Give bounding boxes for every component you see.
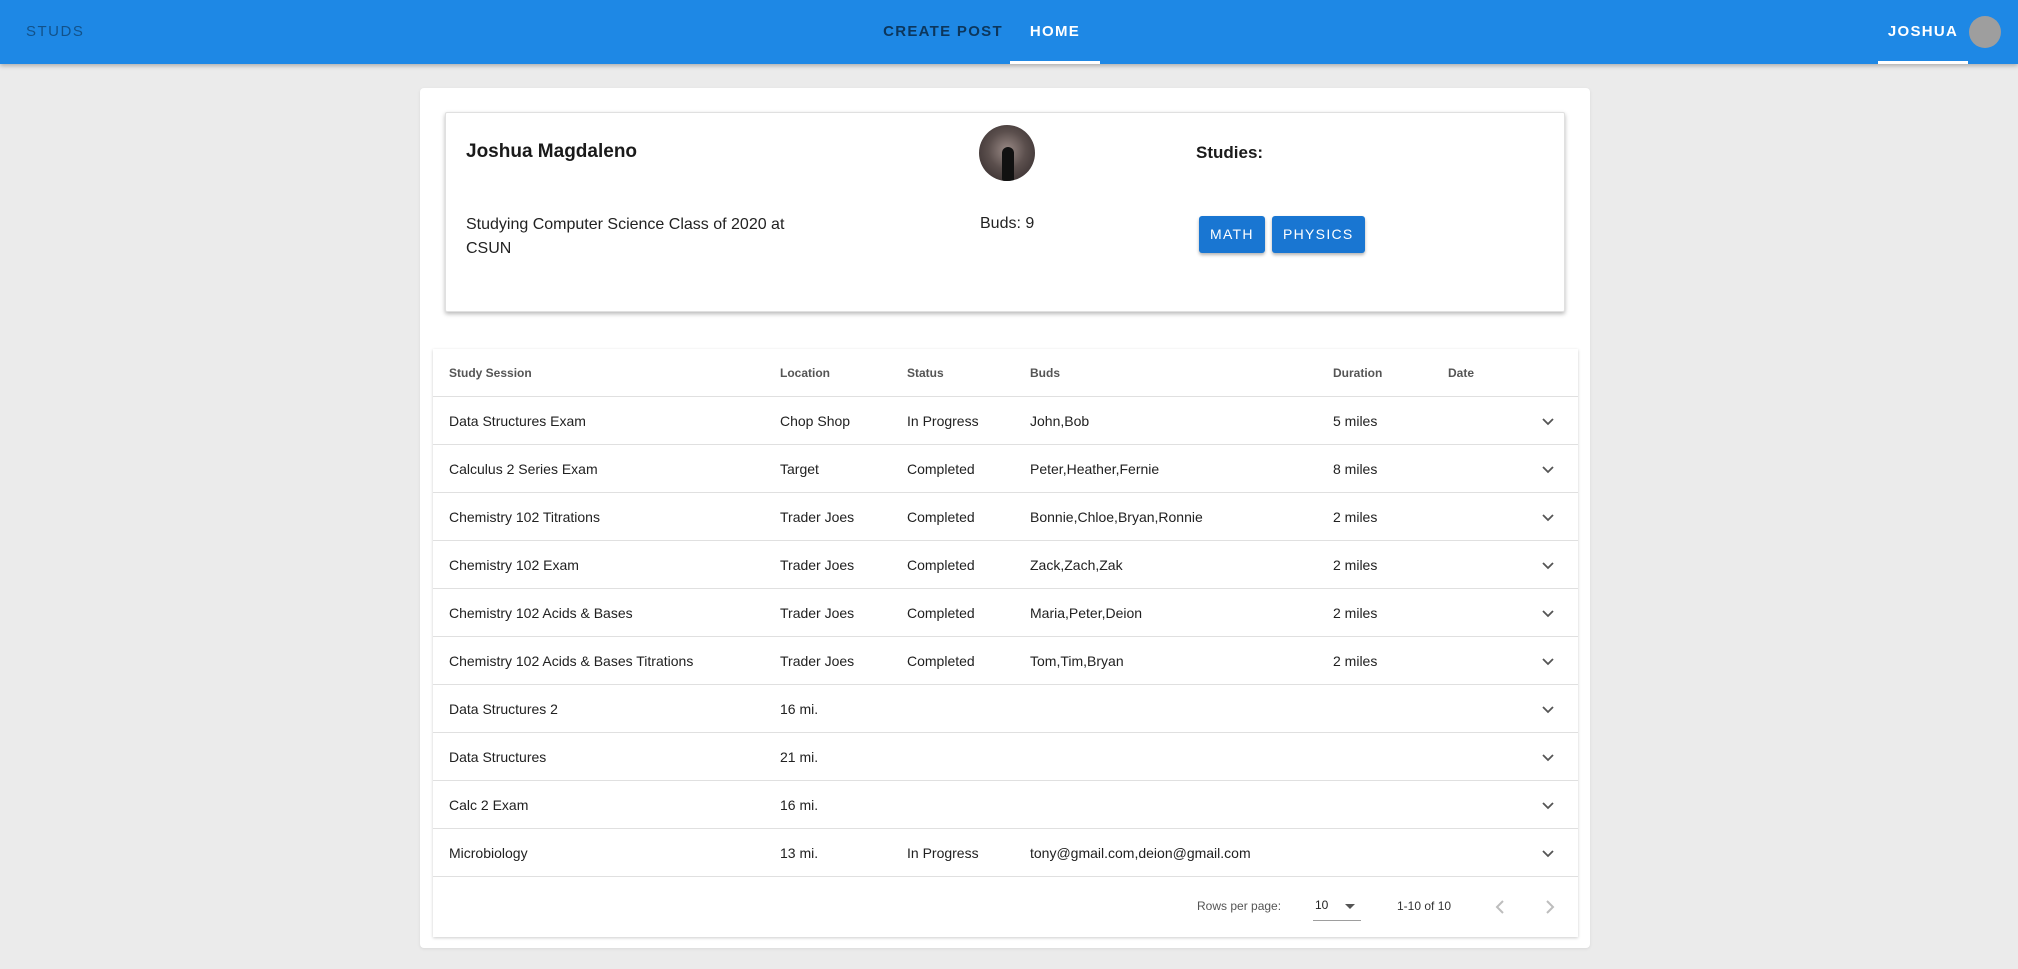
table-row[interactable]: Calculus 2 Series Exam Target Completed Pet… [433,445,1578,493]
table-header: Study Session Location Status Buds Durat… [433,349,1578,397]
cell-study-session: Microbiology [449,845,528,861]
cell-location: 16 mi. [780,797,819,813]
cell-buds: Zack,Zach,Zak [1030,557,1123,573]
table-row[interactable]: Chemistry 102 Exam Trader Joes Completed Za… [433,541,1578,589]
cell-study-session: Data Structures [449,749,547,765]
cell-location: Trader Joes [780,557,855,573]
cell-study-session: Calc 2 Exam [449,797,529,813]
cell-duration: 2 miles [1333,509,1378,525]
cell-location: 13 mi. [780,845,819,861]
column-header-date[interactable]: Date [1448,349,1474,397]
cell-location: Trader Joes [780,509,855,525]
cell-status: Completed [907,557,975,573]
cell-location: Target [780,461,819,477]
app-bar: STUDS CREATE POST HOME JOSHUA [0,0,2018,64]
chevron-down-icon[interactable] [1540,749,1556,765]
table-pagination: Rows per page: 10 1-10 of 10 [433,877,1578,937]
main-card: Joshua Magdaleno Studying Computer Scien… [420,88,1590,948]
profile-bio: Studying Computer Science Class of 2020 … [466,216,785,257]
table-row[interactable]: Chemistry 102 Acids & Bases Trader Joes Co… [433,589,1578,637]
profile-card: Joshua Magdaleno Studying Computer Scien… [445,112,1565,312]
tab-home[interactable]: HOME [1010,0,1100,64]
cell-buds: Bonnie,Chloe,Bryan,Ronnie [1030,509,1203,525]
column-header-location[interactable]: Location [780,349,830,397]
avatar[interactable] [1969,16,2001,48]
chevron-down-icon[interactable] [1540,413,1556,429]
cell-status: Completed [907,461,975,477]
table-row[interactable]: Microbiology 13 mi. In Progress tony@gmail.… [433,829,1578,877]
column-header-status[interactable]: Status [907,349,944,397]
cell-study-session: Chemistry 102 Titrations [449,509,600,525]
cell-duration: 5 miles [1333,413,1378,429]
cell-study-session: Chemistry 102 Acids & Bases Titrations [449,653,694,669]
cell-study-session: Data Structures 2 [449,701,558,717]
cell-buds: Maria,Peter,Deion [1030,605,1143,621]
chevron-down-icon[interactable] [1540,605,1556,621]
column-header-study-session[interactable]: Study Session [449,349,532,397]
column-header-buds[interactable]: Buds [1030,349,1060,397]
rows-per-page-label: Rows per page: [1197,899,1282,913]
cell-buds: tony@gmail.com,deion@gmail.com [1030,845,1251,861]
table-row[interactable]: Chemistry 102 Acids & Bases Titrations Tr… [433,637,1578,685]
cell-status: Completed [907,605,975,621]
chevron-down-icon[interactable] [1540,461,1556,477]
table-row[interactable]: Data Structures 2 16 mi. [433,685,1578,733]
cell-duration: 2 miles [1333,653,1378,669]
cell-location: Trader Joes [780,653,855,669]
rows-per-page-select[interactable]: 10 [1313,893,1361,921]
tab-create-post[interactable]: CREATE POST [876,0,1010,64]
chevron-down-icon[interactable] [1540,557,1556,573]
chevron-right-icon[interactable] [1538,895,1562,919]
cell-buds: Peter,Heather,Fernie [1030,461,1160,477]
chevron-down-icon[interactable] [1540,701,1556,717]
cell-buds: Tom,Tim,Bryan [1030,653,1124,669]
cell-status: Completed [907,653,975,669]
rows-per-page-value: 10 [1315,898,1329,912]
cell-buds: John,Bob [1030,413,1090,429]
study-chip-math[interactable]: MATH [1199,216,1265,253]
pagination-range: 1-10 of 10 [1397,899,1452,913]
profile-name: Joshua Magdaleno [466,141,638,162]
cell-status: In Progress [907,845,979,861]
cell-duration: 2 miles [1333,605,1378,621]
table-row[interactable]: Data Structures Exam Chop Shop In Progress… [433,397,1578,445]
study-chip-physics[interactable]: PHYSICS [1272,216,1365,253]
cell-status: Completed [907,509,975,525]
cell-location: Chop Shop [780,413,851,429]
chevron-left-icon[interactable] [1488,895,1512,919]
cell-duration: 2 miles [1333,557,1378,573]
cell-study-session: Data Structures Exam [449,413,586,429]
cell-study-session: Calculus 2 Series Exam [449,461,598,477]
buds-count: Buds: 9 [980,215,1035,232]
chevron-down-icon[interactable] [1540,797,1556,813]
cell-study-session: Chemistry 102 Exam [449,557,579,573]
chevron-down-icon[interactable] [1540,653,1556,669]
cell-status: In Progress [907,413,979,429]
chevron-down-icon[interactable] [1540,509,1556,525]
cell-location: 21 mi. [780,749,819,765]
study-session-table: Study Session Location Status Buds Durat… [433,349,1578,937]
brand-logo[interactable]: STUDS [26,0,84,64]
chevron-down-icon[interactable] [1540,845,1556,861]
cell-duration: 8 miles [1333,461,1378,477]
table-row[interactable]: Chemistry 102 Titrations Trader Joes Compl… [433,493,1578,541]
cell-location: 16 mi. [780,701,819,717]
profile-avatar [979,125,1035,181]
cell-location: Trader Joes [780,605,855,621]
column-header-duration[interactable]: Duration [1333,349,1382,397]
cell-study-session: Chemistry 102 Acids & Bases [449,605,633,621]
caret-down-icon [1345,904,1355,909]
table-row[interactable]: Calc 2 Exam 16 mi. [433,781,1578,829]
studies-label: Studies: [1196,143,1264,162]
user-menu[interactable]: JOSHUA [1878,0,1968,64]
table-row[interactable]: Data Structures 21 mi. [433,733,1578,781]
